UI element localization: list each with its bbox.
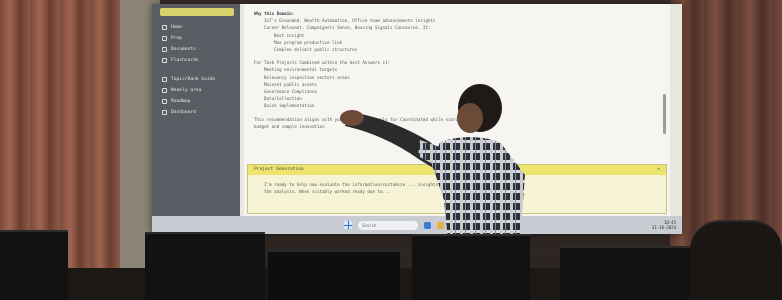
content-heading: Why this Domain:: [254, 11, 295, 16]
footer-text-2: budget and sample innovation: [254, 123, 325, 129]
documents-icon: [162, 47, 167, 52]
monitor: [560, 246, 690, 300]
monitor: [412, 234, 530, 300]
sidebar-item-roadmap[interactable]: Roadmap: [152, 96, 240, 107]
list-item: Data/Collection: [264, 96, 302, 102]
flashcards-icon: [162, 58, 167, 63]
sub-bullet: Best insight: [274, 32, 305, 38]
sidebar-item-area[interactable]: Weakly area: [152, 85, 240, 96]
sidebar-item-guide[interactable]: Topic/Rank Guide: [152, 74, 240, 85]
roadmap-icon: [162, 99, 167, 104]
seated-person: [690, 220, 782, 300]
sidebar-item-dashboard[interactable]: Dashboard: [152, 107, 240, 118]
list-item: Mainset public assets: [264, 81, 317, 87]
sub-bullet: Max program productive link: [274, 39, 343, 45]
sidebar-item-label: Topic/Rank Guide: [171, 77, 216, 82]
prep-icon: [162, 36, 167, 41]
app-sidebar: Home Prep Documents Flashcards Topic/Ran…: [152, 4, 240, 226]
list-item: Relevancy inspection sectors areas: [264, 74, 350, 80]
callout-title: Project Generation: [254, 167, 304, 172]
clock-date: 31-10-2024: [651, 225, 676, 230]
bullet: Career Relevant, Campaigners Sense, Hous…: [264, 25, 431, 31]
app-icon[interactable]: [450, 221, 457, 229]
intro-text: For Task Projects Combined within the be…: [254, 60, 391, 66]
sidebar-item-documents[interactable]: Documents: [152, 44, 240, 55]
callout-line: the analysis. When suitably worked ready…: [264, 189, 391, 194]
folder-icon[interactable]: [437, 221, 444, 229]
close-icon[interactable]: ✕: [657, 167, 660, 173]
sidebar-item-home[interactable]: Home: [152, 22, 240, 33]
monitor: [268, 250, 400, 300]
sub-bullet: Complex delimit public structures: [274, 47, 358, 53]
scrollbar[interactable]: [663, 94, 666, 134]
list-item: Meeting environmental targets: [264, 67, 338, 73]
projection-screen: Home Prep Documents Flashcards Topic/Ran…: [152, 4, 682, 234]
sidebar-item-label: Documents: [171, 47, 196, 52]
sidebar-item-label: Flashcards: [171, 58, 199, 63]
monitor: [145, 232, 265, 300]
sidebar-item-label: Roadmap: [171, 99, 191, 104]
project-callout: Project Generation ✕ I'm ready to help n…: [247, 164, 667, 214]
dashboard-icon: [162, 110, 167, 115]
sidebar-item-flashcards[interactable]: Flashcards: [152, 55, 240, 66]
windows-start-icon[interactable]: [344, 221, 352, 229]
browser-icon[interactable]: [424, 221, 431, 229]
sidebar-item-label: Weakly area: [171, 88, 202, 93]
list-item: Quick implementation: [264, 103, 315, 109]
footer-text: This recommendation aligns with your cur…: [254, 116, 481, 122]
guide-icon: [162, 77, 167, 82]
area-icon: [162, 88, 167, 93]
classroom-scene: Home Prep Documents Flashcards Topic/Ran…: [0, 0, 782, 300]
list-item: Governance Compliance: [264, 89, 317, 95]
home-icon: [162, 25, 167, 30]
callout-line: I'm ready to help now evaluate the infor…: [264, 182, 454, 187]
sidebar-item-label: Dashboard: [171, 110, 196, 115]
sidebar-item-label: Home: [171, 25, 183, 30]
taskbar-search[interactable]: Search: [358, 220, 418, 230]
media-icon[interactable]: [463, 221, 470, 229]
bullet: IoT's Grounded, Wealth Automation, Offic…: [264, 18, 436, 24]
sidebar-item-label: Prep: [171, 36, 183, 41]
callout-header: Project Generation ✕: [248, 165, 666, 175]
sidebar-item-prep[interactable]: Prep: [152, 33, 240, 44]
monitor: [0, 230, 68, 300]
taskbar-clock: 10:45 31-10-2024: [652, 220, 676, 230]
sidebar-highlight: [160, 8, 234, 16]
callout-body: I'm ready to help now evaluate the infor…: [248, 175, 666, 201]
